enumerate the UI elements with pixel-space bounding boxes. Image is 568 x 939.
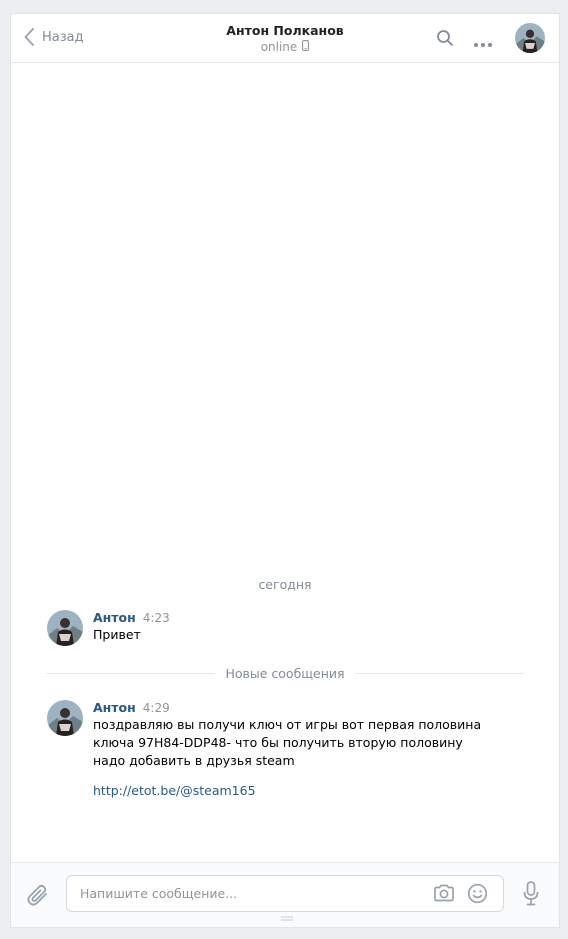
divider — [354, 673, 525, 674]
message-composer — [11, 862, 559, 927]
new-messages-separator: Новые сообщения — [46, 666, 525, 681]
microphone-icon[interactable] — [523, 881, 539, 910]
avatar[interactable] — [47, 610, 83, 646]
message-author[interactable]: Антон — [93, 700, 136, 715]
peer-status: online — [261, 40, 310, 54]
date-separator: сегодня — [258, 577, 312, 592]
phone-icon — [302, 40, 310, 54]
resize-handle[interactable] — [281, 910, 293, 925]
message-input[interactable] — [80, 886, 420, 901]
chat-window: Назад Антон Полканов online сегодня Анто… — [10, 13, 560, 928]
message-text: Привет — [93, 627, 141, 642]
new-messages-label: Новые сообщения — [225, 666, 345, 681]
paperclip-icon[interactable] — [27, 883, 49, 910]
more-icon[interactable] — [473, 36, 493, 51]
message-author[interactable]: Антон — [93, 610, 136, 625]
message-link[interactable]: http://etot.be/@steam165 — [93, 783, 483, 798]
avatar[interactable] — [47, 700, 83, 736]
message-time[interactable]: 4:29 — [143, 701, 170, 715]
message-time[interactable]: 4:23 — [143, 611, 170, 625]
peer-avatar[interactable] — [515, 23, 545, 53]
message-input-box[interactable] — [66, 875, 504, 912]
peer-status-text: online — [260, 40, 298, 54]
chat-header: Назад Антон Полканов online — [11, 14, 559, 63]
camera-icon[interactable] — [433, 884, 455, 905]
message-text: поздравляю вы получи ключ от игры вот пе… — [93, 717, 482, 768]
divider — [46, 673, 216, 674]
smile-icon[interactable] — [467, 883, 488, 907]
search-icon[interactable] — [436, 29, 454, 50]
